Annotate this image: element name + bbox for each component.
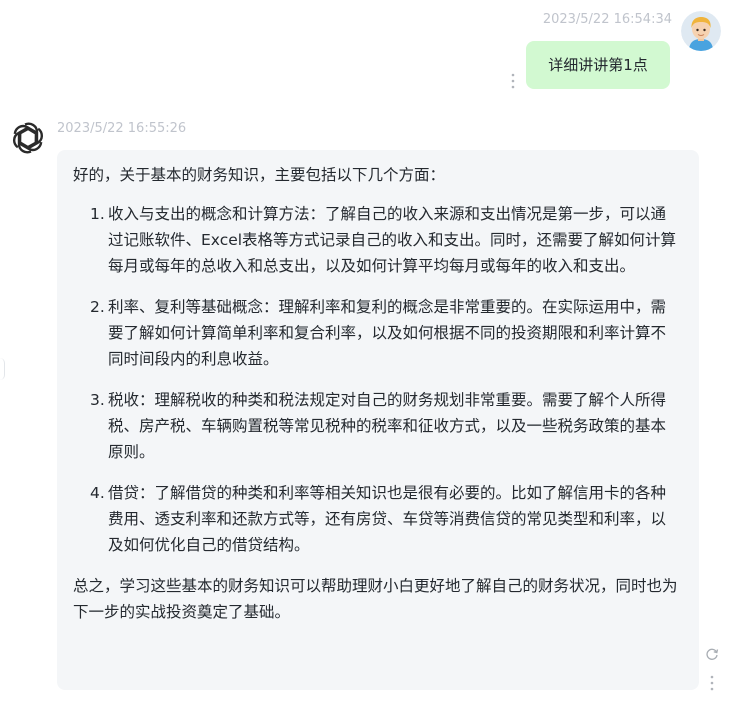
assistant-message-timestamp: 2023/5/22 16:55:26: [57, 121, 187, 136]
refresh-icon[interactable]: [705, 646, 719, 660]
more-vertical-icon[interactable]: [508, 70, 518, 92]
more-vertical-icon[interactable]: [707, 672, 717, 694]
user-message-timestamp: 2023/5/22 16:54:34: [542, 12, 672, 27]
list-item-text: 税收：理解税收的种类和税法规定对自己的财务规划非常重要。需要了解个人所得税、房产…: [108, 391, 667, 461]
list-item: 3. 税收：理解税收的种类和税法规定对自己的财务规划非常重要。需要了解个人所得税…: [90, 387, 679, 465]
chat-page: 2023/5/22 16:54:34 详细讲讲第1点 2023/5/22 16:…: [0, 0, 730, 704]
assistant-intro-text: 好的，关于基本的财务知识，主要包括以下几个方面：: [73, 166, 446, 184]
list-item: 2. 利率、复利等基础概念：理解利率和复利的概念是非常重要的。在实际运用中，需要…: [90, 294, 679, 372]
list-item-number: 2.: [90, 298, 105, 316]
list-item-number: 1.: [90, 205, 105, 223]
openai-logo-icon: [10, 120, 46, 156]
list-item: 1. 收入与支出的概念和计算方法：了解自己的收入来源和支出情况是第一步，可以通过…: [90, 201, 679, 279]
list-item-number: 3.: [90, 391, 105, 409]
user-avatar-icon: [681, 11, 721, 51]
assistant-conclusion-text: 总之，学习这些基本的财务知识可以帮助理财小白更好地了解自己的财务状况，同时也为下…: [73, 577, 678, 621]
list-item-number: 4.: [90, 484, 105, 502]
list-item-text: 收入与支出的概念和计算方法：了解自己的收入来源和支出情况是第一步，可以通过记账软…: [108, 205, 677, 275]
sidebar-edge-handle[interactable]: [0, 358, 5, 380]
list-item-text: 借贷：了解借贷的种类和利率等相关知识也是很有必要的。比如了解信用卡的各种费用、透…: [108, 484, 667, 554]
list-item: 4. 借贷：了解借贷的种类和利率等相关知识也是很有必要的。比如了解信用卡的各种费…: [90, 480, 679, 558]
list-item-text: 利率、复利等基础概念：理解利率和复利的概念是非常重要的。在实际运用中，需要了解如…: [108, 298, 667, 368]
assistant-message-bubble: 好的，关于基本的财务知识，主要包括以下几个方面： 1. 收入与支出的概念和计算方…: [57, 150, 699, 690]
user-message-bubble: 详细讲讲第1点: [526, 41, 670, 89]
assistant-point-list: 1. 收入与支出的概念和计算方法：了解自己的收入来源和支出情况是第一步，可以通过…: [73, 201, 679, 558]
